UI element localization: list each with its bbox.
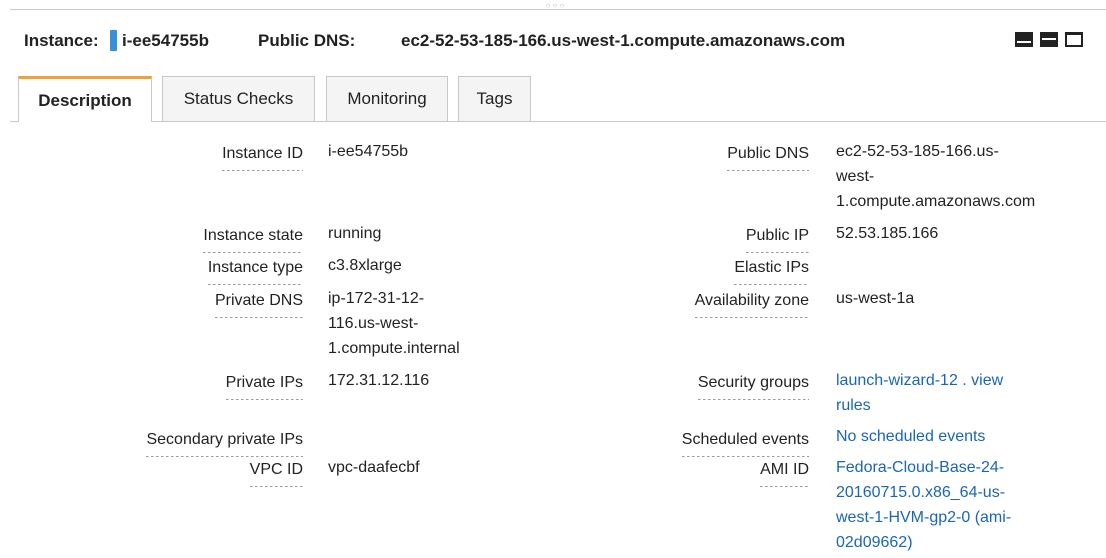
instance-header: Instance: i-ee54755b Public DNS: ec2-52-… [0,24,1106,60]
ami-id-value: Fedora-Cloud-Base-24- 20160715.0.x86_64-… [836,455,1076,555]
secondary-private-ips-label-text: Secondary private IPs [146,427,303,457]
instance-id-title: i-ee54755b [122,31,209,50]
scheduled-events-link[interactable]: No scheduled events [836,424,1076,449]
detail-tabs: Description Status Checks Monitoring Tag… [0,76,1106,122]
availability-zone-label: Availability zone [560,288,809,318]
security-group-link[interactable]: launch-wizard-12 . view [836,368,1076,393]
instance-type-value: c3.8xlarge [328,257,402,274]
instance-id-value: i-ee54755b [328,143,409,160]
ami-id-link[interactable]: 20160715.0.x86_64-us- [836,480,1076,505]
public-dns-field-value: ec2-52-53-185-166.us- west- 1.compute.am… [836,139,1076,214]
public-dns-label: Public DNS: [258,31,356,50]
instance-type-label-text: Instance type [207,255,303,285]
resize-handle[interactable]: ○○○ [541,2,571,10]
instance-state-label: Instance state [40,223,303,253]
tabs-baseline [10,121,1106,122]
ami-id-link[interactable]: 02d09662) [836,530,1076,555]
private-dns-value: ip-172-31-12- 116.us-west- 1.compute.int… [328,286,488,361]
availability-zone-label-text: Availability zone [694,288,809,318]
vpc-id-value: vpc-daafecbf [328,459,420,476]
private-dns-label: Private DNS [40,288,303,318]
security-groups-label: Security groups [560,370,809,400]
scheduled-events-value: No scheduled events [836,424,1076,449]
security-groups-label-text: Security groups [697,370,809,400]
security-groups-value: launch-wizard-12 . view rules [836,368,1076,418]
layout-middle-icon[interactable] [1040,32,1058,47]
ami-id-link[interactable]: west-1-HVM-gp2-0 (ami- [836,505,1076,530]
public-ip-label: Public IP [560,223,809,253]
instance-label: Instance: [24,31,99,50]
tab-tags[interactable]: Tags [458,76,531,121]
public-dns-line: 1.compute.amazonaws.com [836,193,1036,210]
availability-zone-value: us-west-1a [836,290,915,307]
public-dns-field-label: Public DNS [560,141,809,171]
public-ip-value: 52.53.185.166 [836,225,939,242]
ami-id-label: AMI ID [560,457,809,487]
instance-state-value: running [328,225,382,242]
tab-status-checks[interactable]: Status Checks [162,76,315,121]
public-dns-title: ec2-52-53-185-166.us-west-1.compute.amaz… [401,31,846,50]
private-ips-value: 172.31.12.116 [328,372,430,389]
secondary-private-ips-label: Secondary private IPs [40,427,303,457]
elastic-ips-label: Elastic IPs [560,255,809,285]
scheduled-events-label: Scheduled events [560,427,809,457]
private-dns-line: 116.us-west- [328,315,419,332]
public-ip-label-text: Public IP [745,223,809,253]
instance-id-marker [110,30,117,51]
scheduled-events-label-text: Scheduled events [681,427,809,457]
layout-bottom-icon[interactable] [1015,32,1033,47]
vpc-id-label-text: VPC ID [249,457,303,487]
view-rules-link[interactable]: rules [836,393,1076,418]
private-dns-label-text: Private DNS [214,288,303,318]
public-dns-line: ec2-52-53-185-166.us- [836,143,999,160]
instance-id-label-text: Instance ID [222,141,303,171]
private-ips-label-text: Private IPs [225,370,303,400]
public-dns-field-label-text: Public DNS [727,141,809,171]
private-ips-label: Private IPs [40,370,303,400]
tab-monitoring[interactable]: Monitoring [326,76,448,121]
private-dns-line: ip-172-31-12- [328,290,425,307]
instance-id-label: Instance ID [40,141,303,171]
elastic-ips-label-text: Elastic IPs [734,255,809,285]
vpc-id-label: VPC ID [40,457,303,487]
ami-id-label-text: AMI ID [760,457,809,487]
ami-id-link[interactable]: Fedora-Cloud-Base-24- [836,455,1076,480]
layout-top-icon[interactable] [1065,32,1083,47]
tab-description[interactable]: Description [18,76,152,122]
private-dns-line: 1.compute.internal [328,340,460,357]
instance-state-label-text: Instance state [203,223,303,253]
instance-type-label: Instance type [40,255,303,285]
public-dns-line: west- [836,168,875,185]
